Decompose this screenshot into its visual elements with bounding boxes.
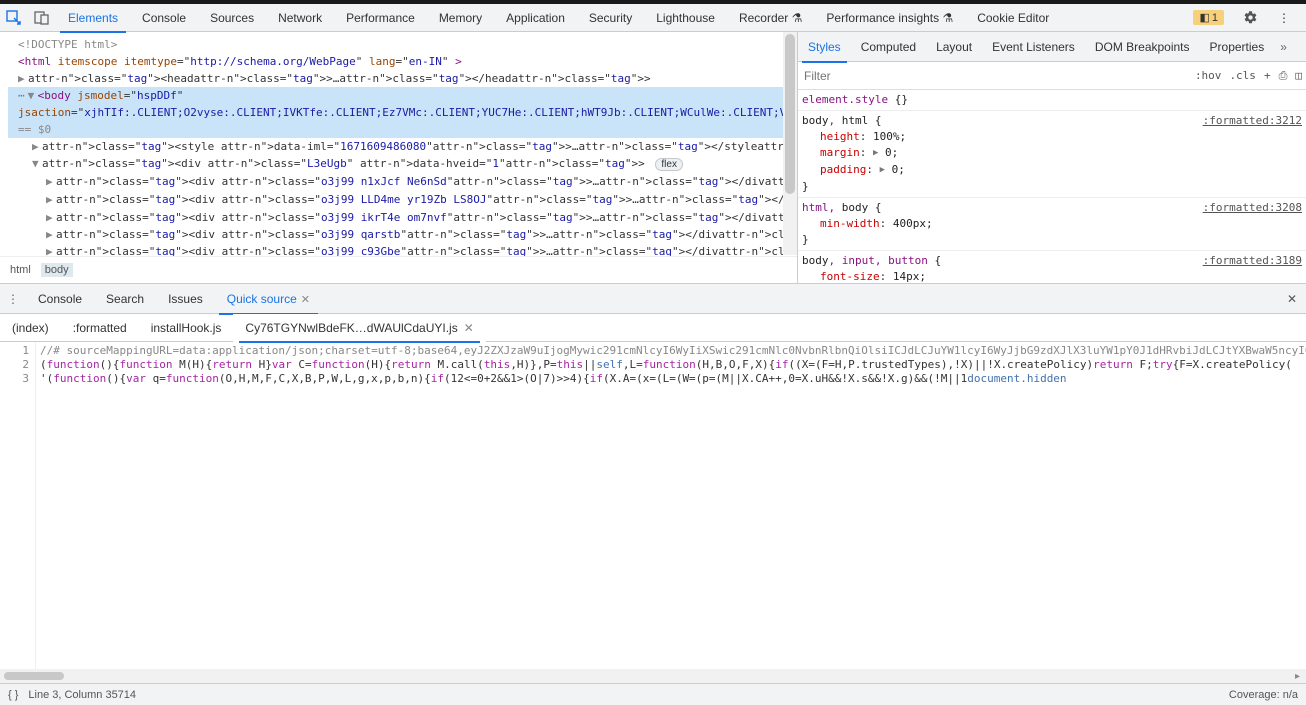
drawer-tab-strip: ⋮ ConsoleSearchIssuesQuick source✕✕: [0, 284, 1306, 314]
close-icon[interactable]: ✕: [301, 294, 310, 306]
source-tab[interactable]: :formatted: [61, 314, 139, 342]
tab-performance-insights-[interactable]: Performance insights ⚗: [814, 4, 965, 32]
tab-security[interactable]: Security: [577, 4, 644, 32]
tree-node[interactable]: ▶attr-n">class="tag"><div attr-n">class=…: [8, 209, 797, 226]
source-tab[interactable]: Cy76TGYNwlBdeFK…dWAUlCdaUYI.js✕: [233, 314, 485, 342]
styles-tab-layout[interactable]: Layout: [926, 32, 982, 62]
scrollbar-vertical[interactable]: [783, 32, 797, 255]
tree-node[interactable]: ▶attr-n">class="tag"><style attr-n">data…: [8, 138, 797, 155]
dom-tree[interactable]: <!DOCTYPE html><html itemscope itemtype=…: [0, 32, 797, 256]
flex-badge[interactable]: flex: [655, 158, 683, 171]
coverage-status: Coverage: n/a: [1229, 689, 1298, 701]
tree-node[interactable]: ▶attr-n">class="tag"><div attr-n">class=…: [8, 173, 797, 191]
tree-node[interactable]: ▶attr-n">class="tag"><div attr-n">class=…: [8, 243, 797, 256]
drawer-tab-console[interactable]: Console: [26, 284, 94, 314]
cls-toggle[interactable]: .cls: [1225, 69, 1260, 82]
styles-filter-input[interactable]: [798, 65, 1191, 87]
tab-cookie-editor[interactable]: Cookie Editor: [965, 4, 1061, 32]
main-tab-strip: ElementsConsoleSourcesNetworkPerformance…: [0, 4, 1306, 32]
source-tab-strip: (index):formattedinstallHook.jsCy76TGYNw…: [0, 314, 1306, 342]
source-link[interactable]: :formatted:3208: [1203, 200, 1302, 216]
tab-memory[interactable]: Memory: [427, 4, 494, 32]
pretty-print-icon[interactable]: { }: [8, 689, 18, 701]
tree-node[interactable]: <html itemscope itemtype="http://schema.…: [8, 53, 797, 70]
tab-application[interactable]: Application: [494, 4, 577, 32]
tab-network[interactable]: Network: [266, 4, 334, 32]
styles-tab-computed[interactable]: Computed: [851, 32, 926, 62]
crumb-html[interactable]: html: [6, 263, 35, 277]
issues-badge[interactable]: ◧1: [1193, 10, 1224, 25]
computed-toggle-icon[interactable]: ◫: [1291, 69, 1306, 82]
close-icon[interactable]: ✕: [464, 321, 474, 335]
css-rule[interactable]: :formatted:3208html, body {min-width: 40…: [798, 198, 1306, 251]
elements-panel: <!DOCTYPE html><html itemscope itemtype=…: [0, 32, 798, 283]
code-editor[interactable]: 123 //# sourceMappingURL=data:applicatio…: [0, 342, 1306, 669]
print-icon[interactable]: ⎙: [1275, 69, 1292, 83]
drawer: ⋮ ConsoleSearchIssuesQuick source✕✕ (ind…: [0, 284, 1306, 705]
source-tab[interactable]: installHook.js: [139, 314, 234, 342]
close-drawer-icon[interactable]: ✕: [1278, 292, 1306, 306]
drawer-tab-issues[interactable]: Issues: [156, 284, 215, 314]
css-rule[interactable]: :formatted:3189body, input, button {font…: [798, 251, 1306, 283]
styles-tab-dom-breakpoints[interactable]: DOM Breakpoints: [1085, 32, 1200, 62]
tab-elements[interactable]: Elements: [56, 4, 130, 32]
drawer-kebab-icon[interactable]: ⋮: [0, 292, 26, 306]
more-tabs-icon[interactable]: »: [1274, 40, 1293, 54]
new-rule-icon[interactable]: +: [1260, 69, 1275, 82]
css-rule[interactable]: :formatted:3212body, html {height: 100%;…: [798, 111, 1306, 198]
tree-node-selected[interactable]: ⋯▼<body jsmodel="hspDDf" jsaction="xjhTI…: [8, 87, 797, 138]
source-link[interactable]: :formatted:3212: [1203, 113, 1302, 129]
styles-tab-strip: StylesComputedLayoutEvent ListenersDOM B…: [798, 32, 1306, 62]
tree-node[interactable]: ▶attr-n">class="tag"><div attr-n">class=…: [8, 226, 797, 243]
tree-node[interactable]: <!DOCTYPE html>: [8, 36, 797, 53]
styles-tab-properties[interactable]: Properties: [1200, 32, 1275, 62]
gear-icon[interactable]: [1236, 4, 1264, 32]
breadcrumb: html body: [0, 256, 797, 282]
source-tab[interactable]: (index): [0, 314, 61, 342]
styles-panel: StylesComputedLayoutEvent ListenersDOM B…: [798, 32, 1306, 283]
inspect-icon[interactable]: [0, 4, 28, 32]
tab-lighthouse[interactable]: Lighthouse: [644, 4, 727, 32]
tab-recorder-[interactable]: Recorder ⚗: [727, 4, 814, 32]
styles-tab-event-listeners[interactable]: Event Listeners: [982, 32, 1085, 62]
css-rule[interactable]: element.style {}: [798, 90, 1306, 111]
hov-toggle[interactable]: :hov: [1191, 69, 1226, 82]
tab-console[interactable]: Console: [130, 4, 198, 32]
tab-performance[interactable]: Performance: [334, 4, 427, 32]
drawer-tab-quick-source[interactable]: Quick source✕: [215, 284, 322, 314]
tab-sources[interactable]: Sources: [198, 4, 266, 32]
source-link[interactable]: :formatted:3189: [1203, 253, 1302, 269]
cursor-position: Line 3, Column 35714: [28, 689, 136, 701]
kebab-icon[interactable]: ⋮: [1270, 4, 1298, 32]
device-toggle-icon[interactable]: [28, 4, 56, 32]
tree-node[interactable]: ▶attr-n">class="tag"><div attr-n">class=…: [8, 191, 797, 209]
status-bar: { } Line 3, Column 35714 Coverage: n/a: [0, 683, 1306, 705]
crumb-body[interactable]: body: [41, 263, 73, 277]
scrollbar-horizontal[interactable]: ▸: [0, 669, 1306, 683]
tree-node[interactable]: ▼attr-n">class="tag"><div attr-n">class=…: [8, 155, 797, 173]
styles-tab-styles[interactable]: Styles: [798, 32, 851, 62]
drawer-tab-search[interactable]: Search: [94, 284, 156, 314]
tree-node[interactable]: ▶attr-n">class="tag"><headattr-n">class=…: [8, 70, 797, 87]
